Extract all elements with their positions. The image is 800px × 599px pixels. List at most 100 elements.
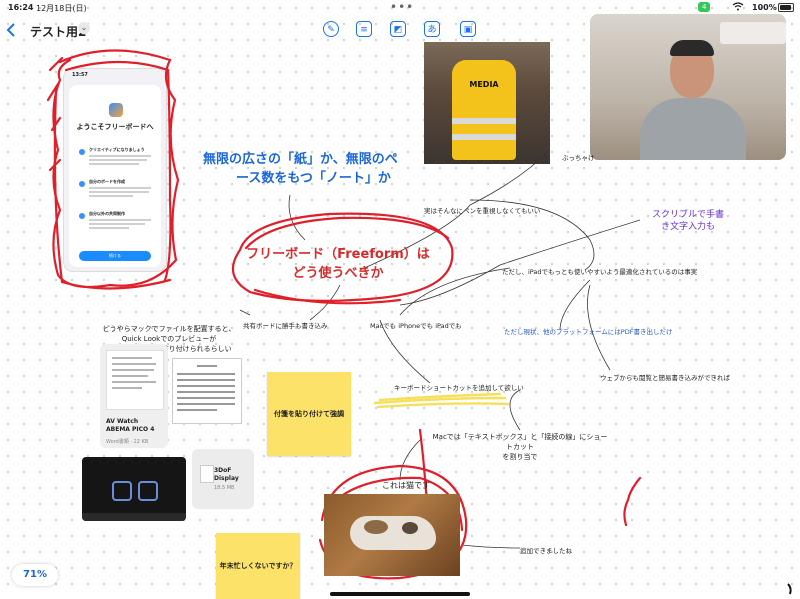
zoom-level-button[interactable]: 71% xyxy=(12,564,58,586)
connector-line xyxy=(399,439,421,481)
cat-shape xyxy=(350,516,436,550)
connector-line xyxy=(559,279,591,331)
red-scribble xyxy=(46,56,64,172)
file-thumbnail xyxy=(106,350,164,410)
file-card-3dof[interactable]: 3DoF Display 18.5 MB xyxy=(192,449,254,509)
text-note[interactable]: キーボードショートカットを追加して欲しい xyxy=(394,382,524,392)
phone-feature-row: クリエイティブになりましょう xyxy=(79,147,155,171)
note-line: どうやらマックでファイルを配置すると、 xyxy=(102,325,236,333)
text-note[interactable]: ただし、iPadでもっとも使いやすいよう最適化されているのは事実 xyxy=(502,266,697,276)
connector-line xyxy=(499,219,641,266)
yellow-highlight xyxy=(376,402,510,409)
phone-welcome-title: ようこそフリーボードへ xyxy=(76,123,154,131)
connector-line xyxy=(461,544,521,549)
purple-note-line: き文字入力も xyxy=(660,222,715,232)
red-heading-line-2[interactable]: どう使うべきか xyxy=(238,264,438,283)
phone-screenshot[interactable]: 13:57 ようこそフリーボードへ クリエイティブになりましょう 自分のボードを… xyxy=(63,68,167,272)
red-heading-line-1[interactable]: フリーボード（Freeform）は xyxy=(238,245,438,264)
cat-spot xyxy=(402,522,418,534)
feature-title: 自分以外の共同制作 xyxy=(89,211,125,216)
sticky-note-tool-button[interactable]: ≡ xyxy=(356,21,372,37)
feature-dot-icon xyxy=(79,181,85,187)
multitask-dots-icon[interactable]: ••• xyxy=(390,0,414,14)
note-icon: ≡ xyxy=(360,25,368,35)
mac-textbox-note[interactable]: Macでは「テキストボックス」と「接続の線」にショートカット を割り当て xyxy=(430,432,610,462)
red-ellipse xyxy=(253,288,402,305)
cat-photo[interactable] xyxy=(324,494,460,576)
controller-shape xyxy=(138,481,158,501)
home-indicator[interactable] xyxy=(330,592,470,596)
phone-time: 13:57 xyxy=(72,72,88,78)
battery-icon xyxy=(778,3,794,12)
scroll-indicator xyxy=(787,583,792,595)
purple-note-line: スクリブルで手書 xyxy=(652,210,725,220)
person-hair-shape xyxy=(670,40,714,56)
person-body-shape xyxy=(640,98,746,160)
purple-note[interactable]: スクリブルで手書 き文字入力も xyxy=(652,209,724,233)
text-note[interactable]: 追加できましたね xyxy=(520,545,572,555)
text-box-tool-button[interactable]: あ xyxy=(424,21,440,37)
wifi-icon xyxy=(732,2,744,13)
shape-tool-button[interactable]: ◩ xyxy=(390,21,406,37)
yellow-highlight xyxy=(378,392,502,402)
feature-dot-icon xyxy=(79,213,85,219)
freeform-logo-icon xyxy=(109,103,123,117)
connector-line xyxy=(288,194,306,241)
pen-tool-button[interactable]: ✎ xyxy=(323,21,339,37)
file-name-line: Display xyxy=(214,475,239,482)
text-note[interactable]: ウェブからも閲覧と簡易書き込みができれば xyxy=(600,372,730,382)
video-control-bar xyxy=(82,513,186,521)
file-name: 3DoF Display xyxy=(214,467,239,483)
back-button[interactable] xyxy=(6,22,16,41)
note-line: Macでは「テキストボックス」と「接続の線」にショートカット xyxy=(432,433,608,451)
file-meta: Word書類 · 22 KB xyxy=(106,439,149,445)
file-name-line: AV Watch xyxy=(106,418,139,425)
red-ellipse xyxy=(244,216,450,250)
sticky-note[interactable]: 年末忙しくないですか？ xyxy=(216,533,300,599)
sticky-note[interactable]: 付箋を貼り付けて強調 xyxy=(267,372,351,456)
video-thumbnail[interactable] xyxy=(82,457,186,521)
feature-title: 自分のボードを作成 xyxy=(89,179,125,184)
yellow-highlight xyxy=(373,396,507,405)
text-note[interactable]: 共有ボードに勝手も書き込み xyxy=(243,320,328,330)
status-time: 16:24 xyxy=(8,3,34,12)
file-name-line: ABEMA PICO 4 xyxy=(106,426,155,433)
blue-note[interactable]: ただし現状、他のプラットフォームにはPDF書き出しだけ xyxy=(504,326,672,336)
facetime-badge: 4 xyxy=(698,2,711,12)
red-squiggle xyxy=(623,476,642,527)
controller-shape xyxy=(112,481,132,501)
file-icon xyxy=(200,465,214,483)
vest-shape xyxy=(452,60,516,160)
note-line: を割り当て xyxy=(502,453,538,461)
connector-line xyxy=(239,309,251,316)
blue-heading-line-1[interactable]: 無限の広さの「紙」か、無限のペ xyxy=(203,150,398,169)
facetime-video-window[interactable] xyxy=(590,14,786,160)
note-line: Quick Lookでのプレビューが xyxy=(121,335,217,343)
feature-title: クリエイティブになりましょう xyxy=(89,147,145,152)
shapes-icon: ◩ xyxy=(393,25,403,35)
document-preview[interactable] xyxy=(172,358,242,424)
blue-heading-line-2[interactable]: ース数をもつ「ノート」か xyxy=(236,169,391,188)
battery-percent: 100% xyxy=(752,3,777,12)
text-icon: あ xyxy=(427,25,437,35)
phone-feature-row: 自分のボードを作成 xyxy=(79,179,155,203)
air-conditioner-shape xyxy=(720,22,786,44)
text-note[interactable]: 実はそんなにペンを重視しなくてもいい xyxy=(424,205,540,215)
phone-continue-button: 続ける xyxy=(79,251,151,261)
cat-spot xyxy=(364,520,388,534)
connector-line xyxy=(309,284,341,321)
connector-line xyxy=(509,389,521,431)
chevron-left-icon xyxy=(6,23,15,37)
file-name: AV Watch ABEMA PICO 4 xyxy=(106,418,154,434)
file-card-word[interactable]: AV Watch ABEMA PICO 4 Word書類 · 22 KB xyxy=(100,344,168,448)
chevron-down-icon[interactable]: ⌄ xyxy=(78,22,90,34)
pen-icon: ✎ xyxy=(327,25,335,35)
cat-caption[interactable]: これは猫です xyxy=(382,480,430,491)
media-vest-label: MEDIA xyxy=(469,80,499,89)
media-tool-button[interactable]: ▣ xyxy=(460,21,476,37)
text-note[interactable]: Macでも iPhoneでも iPadでも xyxy=(370,320,462,330)
media-vest-photo[interactable]: MEDIA xyxy=(424,42,550,164)
text-note[interactable]: ぶっちゃけ xyxy=(562,152,595,162)
phone-feature-row: 自分以外の共同制作 xyxy=(79,211,155,235)
file-size: 18.5 MB xyxy=(214,485,235,491)
